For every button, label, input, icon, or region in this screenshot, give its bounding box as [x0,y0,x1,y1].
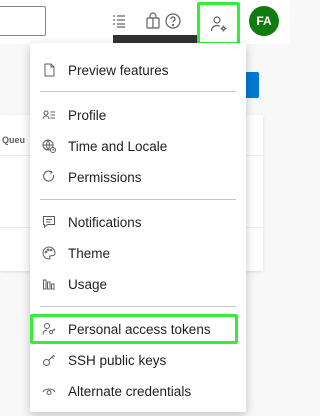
menu-item-label: Profile [68,107,107,123]
profile-card-icon [30,108,68,122]
key-icon [30,353,68,367]
menu-item-notifications[interactable]: Notifications [30,207,246,237]
search-input[interactable] [0,6,46,36]
bar-chart-icon [30,277,68,291]
help-icon[interactable] [162,10,184,32]
globe-clock-icon [30,139,68,153]
menu-item-preview-features[interactable]: Preview features [30,55,246,85]
menu-item-label: Time and Locale [68,138,168,154]
menu-item-theme[interactable]: Theme [30,238,246,268]
user-settings-menu: Preview features Profile Time and Locale… [30,43,246,412]
eye-icon [30,384,68,398]
menu-item-label: Alternate credentials [68,383,192,399]
avatar[interactable]: FA [249,6,279,36]
menu-item-personal-access-tokens[interactable]: Personal access tokens [30,314,246,344]
menu-item-label: SSH public keys [68,352,167,368]
menu-item-time-and-locale[interactable]: Time and Locale [30,131,246,161]
menu-item-alternate-credentials[interactable]: Alternate credentials [30,376,246,406]
chat-icon [30,215,68,229]
palette-icon [30,246,68,260]
menu-divider [40,306,236,307]
menu-item-usage[interactable]: Usage [30,269,246,299]
menu-item-label: Preview features [68,62,169,78]
top-bar: FA [0,0,290,45]
task-list-icon[interactable] [108,10,130,32]
menu-divider [40,199,236,200]
menu-divider [40,91,236,92]
column-header: Queu [2,135,26,145]
document-icon [30,63,68,77]
menu-item-label: Usage [68,276,108,292]
refresh-icon [30,170,68,184]
shopping-bag-icon[interactable] [142,10,164,32]
user-key-icon [30,322,68,336]
menu-item-label: Permissions [68,169,142,185]
menu-item-profile[interactable]: Profile [30,100,246,130]
menu-item-label: Personal access tokens [68,321,211,337]
menu-item-label: Notifications [68,214,142,230]
menu-item-label: Theme [68,245,111,261]
user-settings-button[interactable] [197,2,240,45]
menu-item-permissions[interactable]: Permissions [30,162,246,192]
primary-button[interactable] [245,72,259,98]
menu-item-ssh-public-keys[interactable]: SSH public keys [30,345,246,375]
user-settings-icon [210,15,228,33]
